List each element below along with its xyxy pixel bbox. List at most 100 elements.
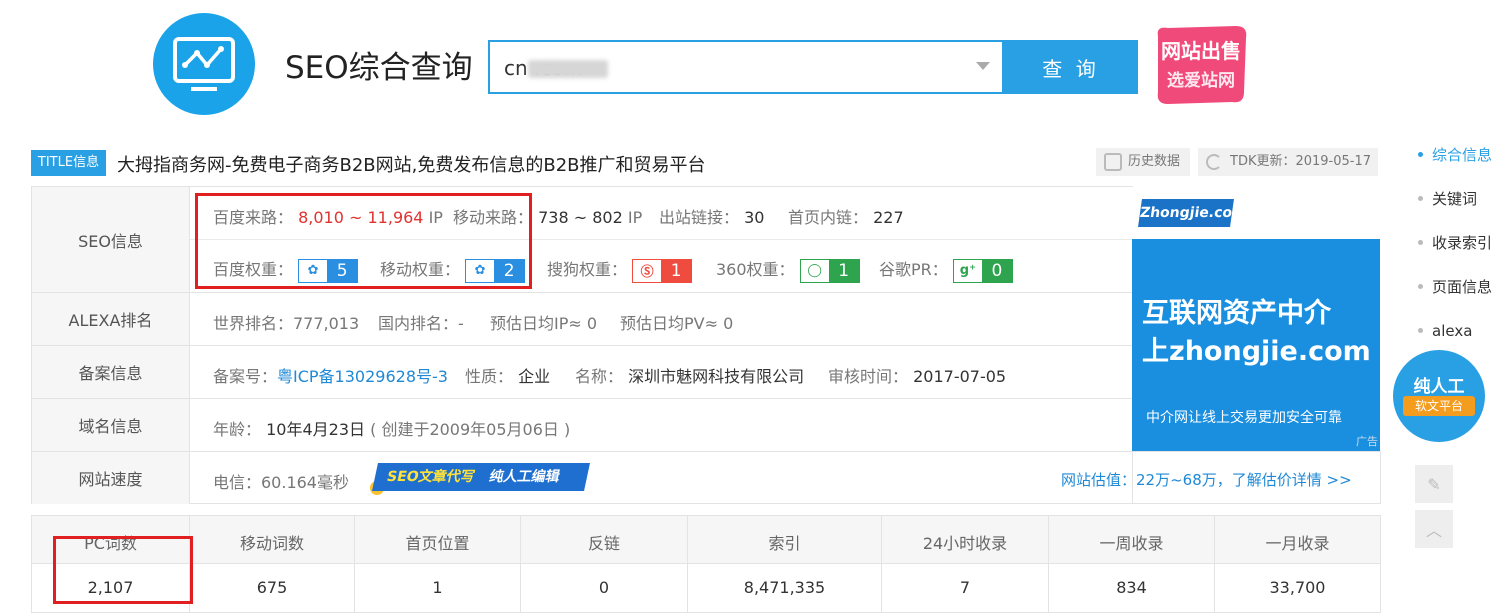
stats-header-cell: 一月收录 [1265, 534, 1330, 553]
tdk-update-button[interactable]: TDK更新：2019-05-17 [1198, 148, 1378, 176]
weight-360[interactable]: 360权重： ◯ 1 [716, 256, 860, 283]
icp-audit-value: 2017-07-05 [913, 367, 1007, 386]
zhongjie-logo: Zhongjie.com [1138, 199, 1248, 227]
domain-age: 年龄： 10年4月23日 ( 创建于2009年05月06日 ) [213, 416, 570, 440]
stats-header-cell: 一周收录 [1099, 534, 1164, 553]
speed-row-extension [1132, 451, 1381, 504]
search-input[interactable]: cn .com [488, 40, 1004, 94]
alexa-daily-pv: 预估日均PV≈ 0 [620, 314, 734, 333]
redacted-mask [528, 60, 608, 78]
outbound-label: 出站链接： [659, 208, 740, 227]
alexa-world-rank: 世界排名：777,013 [213, 314, 360, 333]
inner-value: 227 [873, 208, 904, 227]
stats-value-cell: 675 [256, 578, 288, 597]
stats-header-cell: 索引 [768, 534, 801, 553]
icp-name: 名称： 深圳市魅网科技有限公司 [575, 363, 804, 387]
ad-headline-1: 互联网资产中介 [1142, 298, 1331, 329]
sogou-weight[interactable]: 搜狗权重： Ⓢ 1 [547, 256, 693, 283]
mobile-traffic-value: 738 ~ 802 [538, 208, 623, 227]
ad-top: Zhongjie.com [1132, 187, 1380, 239]
highlight-box [53, 536, 193, 604]
stats-col-homepage: 首页位置 1 [355, 516, 521, 612]
monitor-chart-icon [173, 37, 235, 91]
stats-header-cell: 24小时收录 [922, 534, 1008, 553]
stats-value-cell: 1 [432, 578, 443, 597]
icp-nature-label: 性质： [465, 367, 514, 386]
weight-360-label: 360权重： [716, 260, 795, 279]
google-plus-icon: g⁺ [959, 263, 976, 278]
stats-value-cell: 0 [598, 578, 610, 597]
icp-label: 备案信息 [32, 346, 190, 398]
google-pr-badge[interactable]: g⁺ 0 [952, 258, 1013, 283]
google-pr[interactable]: 谷歌PR： g⁺ 0 [879, 256, 1013, 283]
chevron-down-icon[interactable] [976, 62, 990, 70]
icp-number-label: 备案号： [213, 367, 278, 386]
highlight-box [195, 193, 532, 289]
refresh-icon [1206, 154, 1222, 170]
icp-row: 备案信息 备案号：粤ICP备13029628号-3 性质： 企业 名称： 深圳市… [32, 346, 1132, 399]
outbound-value: 30 [744, 208, 765, 227]
right-nav-item-keywords[interactable]: 关键词 [1418, 189, 1510, 233]
seo-writing-promo[interactable]: SEO文章代写 纯人工编辑 [372, 463, 590, 491]
alexa-label: ALEXA排名 [32, 293, 190, 345]
outbound-links: 出站链接： 30 [659, 204, 764, 228]
speed-label: 网站速度 [32, 452, 190, 504]
icp-number-link[interactable]: 粤ICP备13029628号-3 [277, 367, 448, 386]
right-nav-item-overview[interactable]: 综合信息 [1418, 145, 1510, 189]
domain-row: 域名信息 年龄： 10年4月23日 ( 创建于2009年05月06日 ) [32, 399, 1132, 452]
icp-name-value: 深圳市魅网科技有限公司 [628, 367, 805, 386]
stack-icon [1104, 153, 1122, 171]
stats-header-cell: 首页位置 [405, 534, 470, 553]
360-icon: ◯ [807, 263, 822, 278]
domain-age-label: 年龄： [213, 420, 262, 439]
weight-360-value: 1 [828, 259, 859, 282]
icp-audit-label: 审核时间： [828, 367, 909, 386]
softarticle-platform-button[interactable]: 纯人工 软文平台 [1393, 350, 1485, 442]
back-to-top-icon[interactable]: ︿ [1415, 510, 1453, 548]
stats-col-backlinks: 反链 0 [521, 516, 688, 612]
zhongjie-ad[interactable]: Zhongjie.com 互联网资产中介 上zhongjie.com 中介网让线… [1132, 187, 1380, 451]
domain-created: ( 创建于2009年05月06日 ) [370, 420, 571, 439]
history-data-button[interactable]: 历史数据 [1096, 148, 1190, 176]
edit-pencil-icon[interactable]: ✎ [1415, 465, 1453, 503]
stats-col-mobile: 移动词数 675 [190, 516, 355, 612]
search-button[interactable]: 查 询 [1004, 40, 1138, 94]
stats-col-week: 一周收录 834 [1049, 516, 1215, 612]
page-title-info: 大拇指商务网-免费电子商务B2B网站,免费发布信息的B2B推广和贸易平台 [117, 155, 706, 176]
ad-tag: 广告 [1356, 435, 1378, 448]
sogou-weight-badge[interactable]: Ⓢ 1 [632, 258, 693, 283]
google-pr-value: 0 [981, 259, 1012, 282]
stats-value-cell: 33,700 [1269, 578, 1326, 597]
stats-value-cell: 8,471,335 [743, 578, 826, 597]
promo-a: SEO文章代写 [385, 469, 477, 485]
icp-nature: 性质： 企业 [465, 363, 550, 387]
right-nav: 综合信息 关键词 收录索引 页面信息 alexa [1418, 145, 1510, 365]
stats-header-cell: 移动词数 [239, 534, 304, 553]
speed-telecom: 电信：60.164毫秒 [213, 473, 349, 492]
icp-audit: 审核时间： 2017-07-05 [828, 363, 1006, 387]
stats-table: PC词数 2,107 移动词数 675 首页位置 1 反链 0 索引 8,471… [31, 515, 1381, 613]
ad-subline: 中介网让线上交易更加安全可靠 [1146, 410, 1342, 426]
inner-label: 首页内链： [788, 208, 869, 227]
sale-badge-line1: 网站出售 [1161, 39, 1241, 63]
sale-badge-line2: 选爱站网 [1167, 70, 1235, 91]
stats-col-month: 一月收录 33,700 [1215, 516, 1380, 612]
weight-360-badge[interactable]: ◯ 1 [799, 258, 860, 283]
tdk-update-label: TDK更新：2019-05-17 [1230, 154, 1372, 169]
right-nav-item-page[interactable]: 页面信息 [1418, 277, 1510, 321]
ad-headline-2: 上zhongjie.com [1142, 336, 1371, 367]
mobile-traffic-unit: IP [627, 208, 643, 227]
icp-number: 备案号：粤ICP备13029628号-3 [213, 363, 448, 387]
right-nav-item-index[interactable]: 收录索引 [1418, 233, 1510, 277]
promo-b: 纯人工编辑 [487, 469, 562, 485]
alexa-row: ALEXA排名 世界排名：777,013 国内排名：- 预估日均IP≈ 0 预估… [32, 293, 1132, 346]
seo-label: SEO信息 [32, 187, 190, 292]
site-logo[interactable] [153, 13, 255, 115]
stats-col-index: 索引 8,471,335 [688, 516, 882, 612]
icp-nature-value: 企业 [518, 367, 551, 386]
sale-badge[interactable]: 网站出售 选爱站网 [1148, 22, 1254, 110]
title-tag: TITLE信息 [31, 150, 106, 176]
alexa-domestic-rank: 国内排名：- [378, 314, 464, 333]
robot-line2: 软文平台 [1403, 396, 1475, 416]
stats-value-cell: 834 [1116, 578, 1147, 597]
